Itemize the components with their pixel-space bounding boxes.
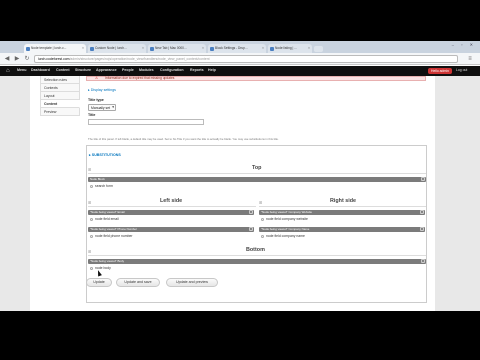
home-icon[interactable]: ⌂	[6, 68, 12, 74]
new-tab-button[interactable]	[314, 46, 323, 52]
title-label: Title	[88, 113, 96, 117]
user-badge[interactable]: Hello admin	[428, 68, 452, 74]
drag-handle-icon[interactable]: ⊞	[259, 200, 262, 205]
radio-icon	[90, 234, 93, 238]
gear-icon[interactable]: ⚙	[249, 227, 253, 231]
sidebar-item-layout[interactable]: Layout	[40, 92, 80, 100]
pane-item[interactable]: node field email	[90, 217, 119, 221]
warning-icon: ⚠	[95, 76, 99, 80]
admin-toolbar: ⌂ Menu Dashboard Content Structure Appea…	[0, 66, 480, 76]
browser-tab[interactable]: Custom Node | lurch... ×	[88, 44, 146, 53]
gear-icon[interactable]: ⚙	[420, 227, 424, 231]
close-tab-icon[interactable]: ×	[262, 46, 264, 50]
region-title-top: Top	[252, 165, 262, 171]
pane-title-bar[interactable]: "Node being viewed" Body ⚙	[88, 259, 426, 264]
sidebar-item-preview[interactable]: Preview	[40, 108, 80, 116]
pane-title-bar[interactable]: "Node being viewed" Email ⚙	[88, 210, 254, 215]
pane-item[interactable]: node field phone number	[90, 234, 133, 238]
update-and-save-button[interactable]: Update and save	[116, 278, 160, 287]
pane-title-bar[interactable]: Node Block ⚙	[88, 177, 426, 182]
browser-tab[interactable]: Block Settings - Drup... ×	[208, 44, 266, 53]
divider	[88, 173, 426, 174]
divider	[88, 255, 426, 256]
update-and-preview-button[interactable]: Update and preview	[166, 278, 218, 287]
gear-icon[interactable]: ⚙	[421, 177, 425, 181]
radio-icon	[261, 234, 264, 238]
wrench-menu-icon[interactable]: ≡	[466, 55, 474, 63]
toolbar-item-modules[interactable]: Modules	[139, 68, 154, 72]
gear-icon[interactable]: ⚙	[420, 210, 424, 214]
sidebar-item-selection-rules[interactable]: Selection rules	[40, 76, 80, 84]
close-tab-icon[interactable]: ×	[308, 46, 310, 50]
sidebar-item-content[interactable]: Content	[40, 100, 80, 108]
radio-icon	[90, 266, 93, 270]
drupal-favicon-icon	[90, 46, 94, 51]
toolbar-item-appearance[interactable]: Appearance	[96, 68, 117, 72]
divider	[88, 206, 256, 207]
pane-title-bar[interactable]: "Node being viewed" Company Name ⚙	[259, 227, 425, 232]
pane-title-bar[interactable]: "Node being viewed" Phone Number ⚙	[88, 227, 254, 232]
toolbar-item-reports[interactable]: Reports	[190, 68, 204, 72]
drag-handle-icon[interactable]: ⊞	[88, 167, 91, 172]
forward-arrow-icon[interactable]: ▶	[13, 55, 21, 63]
toolbar-item-people[interactable]: People	[122, 68, 134, 72]
browser-tab[interactable]: New Tab | Mac 0000... ×	[148, 44, 206, 53]
title-help-text: The title of this panel. If left blank, …	[88, 137, 279, 141]
toolbar-item-help[interactable]: Help	[208, 68, 216, 72]
drag-handle-icon[interactable]: ⊞	[88, 249, 91, 254]
title-input[interactable]	[88, 119, 204, 125]
radio-icon	[90, 217, 93, 221]
toolbar-item-menu[interactable]: Menu	[17, 68, 26, 72]
title-type-label: Title type	[88, 98, 104, 102]
url-input[interactable]: lurch.codeforest.com/admin/structure/pag…	[34, 55, 458, 63]
pane-item[interactable]: search form	[90, 184, 113, 188]
gear-icon[interactable]: ⚙	[421, 259, 425, 263]
right-gutter	[435, 76, 480, 311]
title-type-select[interactable]: Manually set ▾	[88, 104, 116, 111]
display-settings-link[interactable]: ▸ Display settings	[88, 88, 116, 92]
pane-item[interactable]: node body	[90, 266, 111, 270]
close-tab-icon[interactable]: ×	[82, 46, 84, 50]
page-content: Selection rules Contexts Layout Content …	[0, 76, 480, 311]
region-title-left: Left side	[160, 198, 183, 204]
tab-strip: Node template | lurch.c... × Custom Node…	[0, 41, 480, 53]
gear-icon[interactable]: ⚙	[249, 210, 253, 214]
logout-link[interactable]: Log out	[456, 68, 467, 72]
drupal-favicon-icon	[270, 46, 274, 51]
address-bar: ◀ ▶ ↻ lurch.codeforest.com/admin/structu…	[0, 53, 480, 65]
update-button[interactable]: Update	[86, 278, 112, 287]
left-gutter	[0, 76, 30, 311]
toolbar-item-configuration[interactable]: Configuration	[160, 68, 184, 72]
info-message: ⚠ Information due to expired that missin…	[86, 76, 426, 81]
substitutions-link[interactable]: ▸ SUBSTITUTIONS	[89, 153, 121, 157]
toolbar-item-content[interactable]: Content	[56, 68, 70, 72]
region-title-bottom: Bottom	[246, 247, 265, 253]
drupal-favicon-icon	[210, 46, 214, 51]
browser-tab[interactable]: Node listing | ... ×	[268, 44, 312, 53]
toolbar-item-structure[interactable]: Structure	[75, 68, 91, 72]
browser-window: Node template | lurch.c... × Custom Node…	[0, 41, 480, 311]
pane-item[interactable]: node field company name	[261, 234, 305, 238]
close-tab-icon[interactable]: ×	[142, 46, 144, 50]
drag-handle-icon[interactable]: ⊞	[88, 200, 91, 205]
drupal-favicon-icon	[26, 46, 30, 51]
back-arrow-icon[interactable]: ◀	[3, 55, 11, 63]
reload-icon[interactable]: ↻	[23, 55, 31, 63]
browser-tab[interactable]: Node template | lurch.c... ×	[24, 44, 86, 53]
pane-item[interactable]: node field company website	[261, 217, 308, 221]
pane-title-bar[interactable]: "Node being viewed" Company Website ⚙	[259, 210, 425, 215]
toolbar-item-dashboard[interactable]: Dashboard	[31, 68, 50, 72]
radio-icon	[261, 217, 264, 221]
sidebar-item-contexts[interactable]: Contexts	[40, 84, 80, 92]
operation-sidebar: Selection rules Contexts Layout Content …	[40, 76, 80, 116]
chevron-down-icon: ▾	[112, 105, 114, 109]
region-title-right: Right side	[330, 198, 357, 204]
window-controls[interactable]: – ▫ ✕	[452, 42, 476, 47]
divider	[259, 206, 426, 207]
page-favicon-icon	[150, 46, 154, 51]
radio-icon	[90, 184, 93, 188]
close-tab-icon[interactable]: ×	[202, 46, 204, 50]
